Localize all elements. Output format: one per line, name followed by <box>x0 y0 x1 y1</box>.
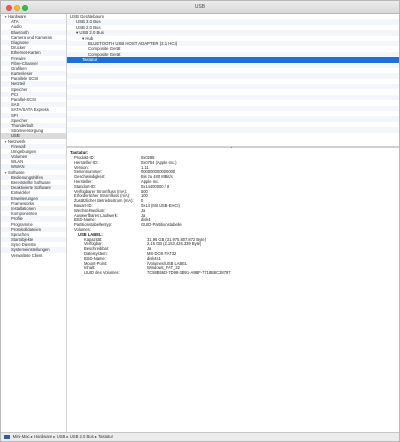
detail-pane: Tastatur: Produkt-ID: 0x0288 Hersteller-ID… <box>67 148 399 432</box>
device-tree: USB Gerätebaum USB 3.0 Bus USB 2.0 Bus ▾ US… <box>67 14 399 146</box>
sidebar: ▼Hardware ATA Audio Bluetooth Camera und Kam… <box>1 14 67 432</box>
computer-icon <box>4 434 10 439</box>
sidebar-group-label: Software <box>8 169 25 175</box>
empty-row <box>67 133 399 138</box>
path-bar: Mini-Mac ▸ Hardware ▸ USB ▸ USB 2.0 Bus … <box>1 432 399 441</box>
window-title: USB <box>194 4 206 10</box>
path-segment[interactable]: Hardware <box>34 434 52 439</box>
sidebar-group-label: Netzwerk <box>8 138 26 144</box>
detail-key: UUID des Volumes: <box>84 270 120 276</box>
detail-value: 7C58B56D-7D98-3B91-A9BF-7718B6C38797 <box>147 270 231 276</box>
detail-row: UUID des Volumes: 7C58B56D-7D98-3B91-A9BF… <box>70 270 399 276</box>
path-segment[interactable]: Tastatur <box>98 434 113 439</box>
path-segment[interactable]: USB 2.0 Bus <box>70 434 94 439</box>
title-bar[interactable]: USB <box>1 1 399 14</box>
system-information-window: USB ▼Hardware ATA Audio Bluetooth Camera und… <box>0 0 400 442</box>
detail-value: GUID-Partitionstabelle <box>141 222 182 228</box>
detail-title: Tastatur: <box>70 150 89 155</box>
detail-value: 2,15 GB (2.153.426.339 Byte) <box>147 241 202 247</box>
sidebar-item[interactable]: Verwaltete Client <box>1 253 66 258</box>
detail-value: 0x14 (Mit USB-EHCI) <box>141 202 180 208</box>
path-segment[interactable]: Mini-Mac <box>13 434 30 439</box>
